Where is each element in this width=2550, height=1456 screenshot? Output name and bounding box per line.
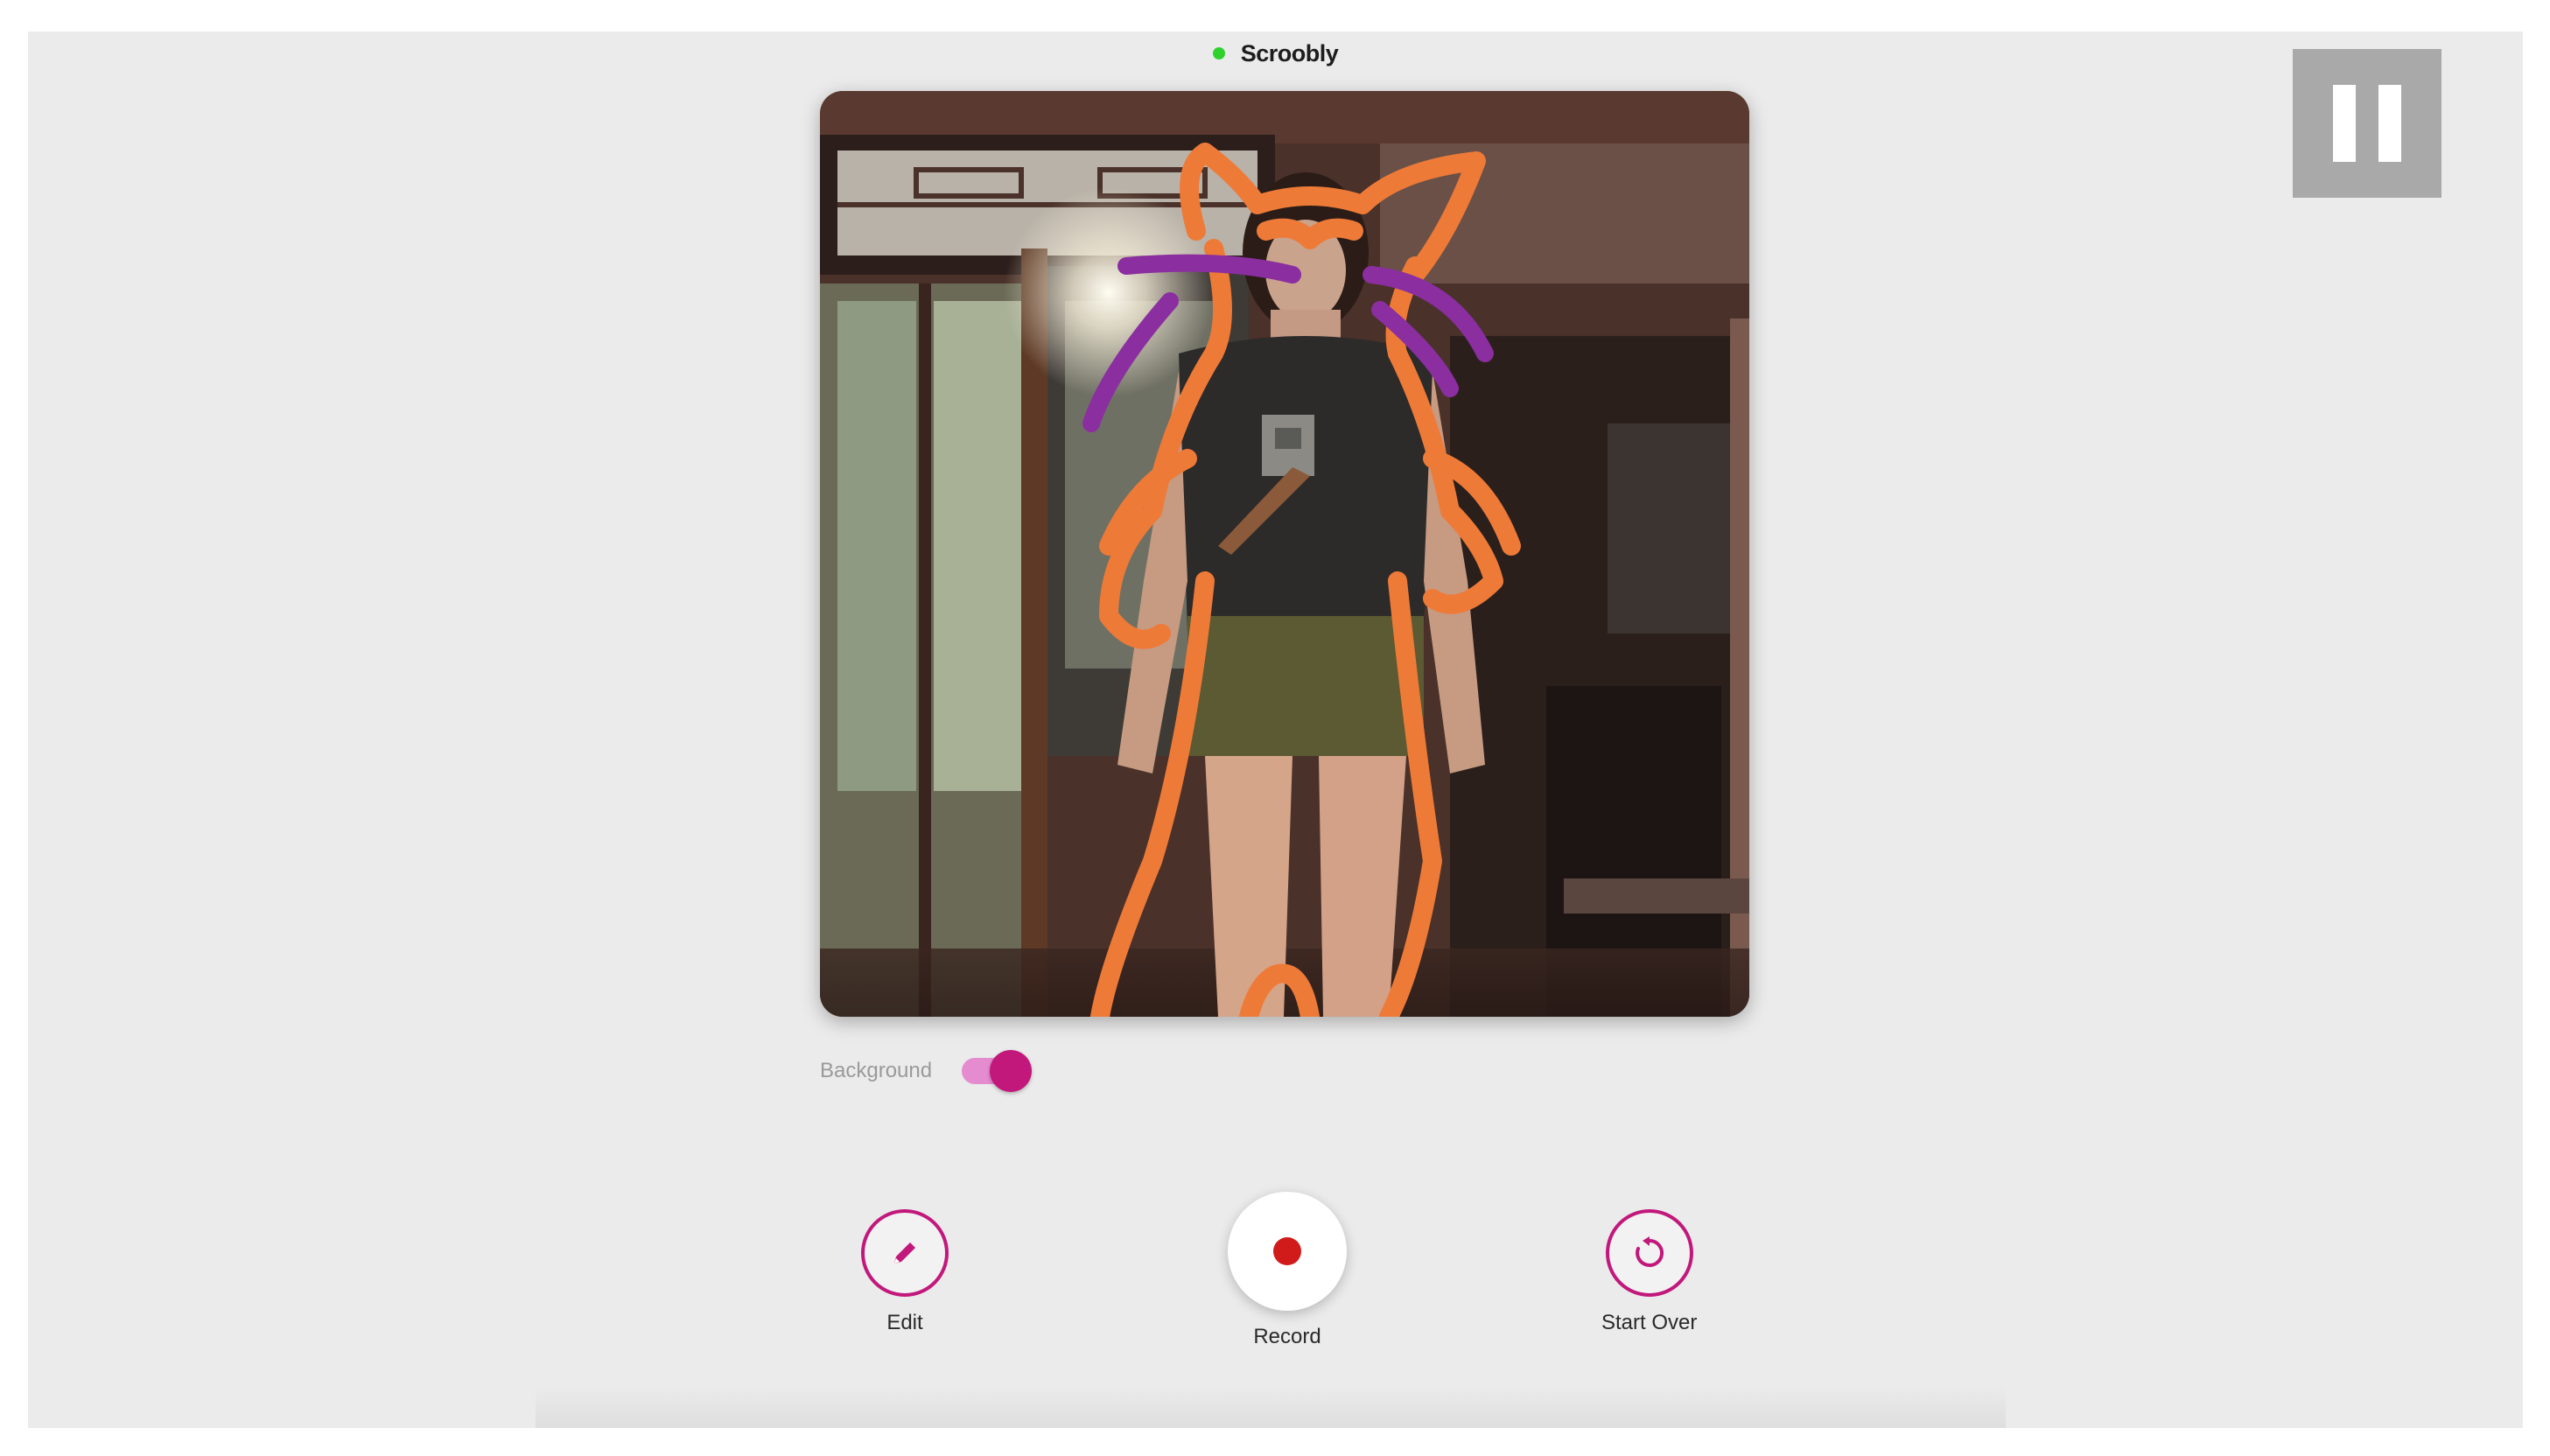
camera-viewport[interactable] [820, 91, 1749, 1017]
camera-scene [820, 91, 1749, 1017]
background-toggle-row: Background [820, 1046, 1033, 1096]
toggle-knob[interactable] [990, 1050, 1033, 1092]
start-over-label: Start Over [1601, 1311, 1698, 1334]
edit-button[interactable]: Edit [861, 1209, 949, 1335]
start-over-button[interactable]: Start Over [1601, 1209, 1697, 1335]
edit-button-circle[interactable] [861, 1209, 949, 1297]
background-toggle[interactable] [962, 1050, 1033, 1092]
start-over-button-circle[interactable] [1605, 1209, 1693, 1297]
record-label: Record [1253, 1325, 1321, 1348]
pause-icon [2333, 85, 2356, 162]
bottom-shade [536, 1386, 2006, 1428]
pause-icon [2378, 85, 2401, 162]
background-toggle-label: Background [820, 1059, 933, 1082]
pencil-icon [894, 1242, 915, 1264]
record-button[interactable]: Record [1228, 1192, 1347, 1349]
record-dot-icon [1273, 1237, 1301, 1265]
app-header: Scroobly [28, 40, 2523, 67]
edit-label: Edit [886, 1311, 923, 1334]
app-frame: Scroobly Background Edit Record Start Ov… [28, 32, 2523, 1428]
restart-icon [1635, 1236, 1664, 1267]
pause-button[interactable] [2293, 49, 2441, 198]
status-dot [1212, 46, 1225, 60]
record-button-circle[interactable] [1228, 1192, 1347, 1311]
app-title: Scroobly [1240, 40, 1339, 66]
